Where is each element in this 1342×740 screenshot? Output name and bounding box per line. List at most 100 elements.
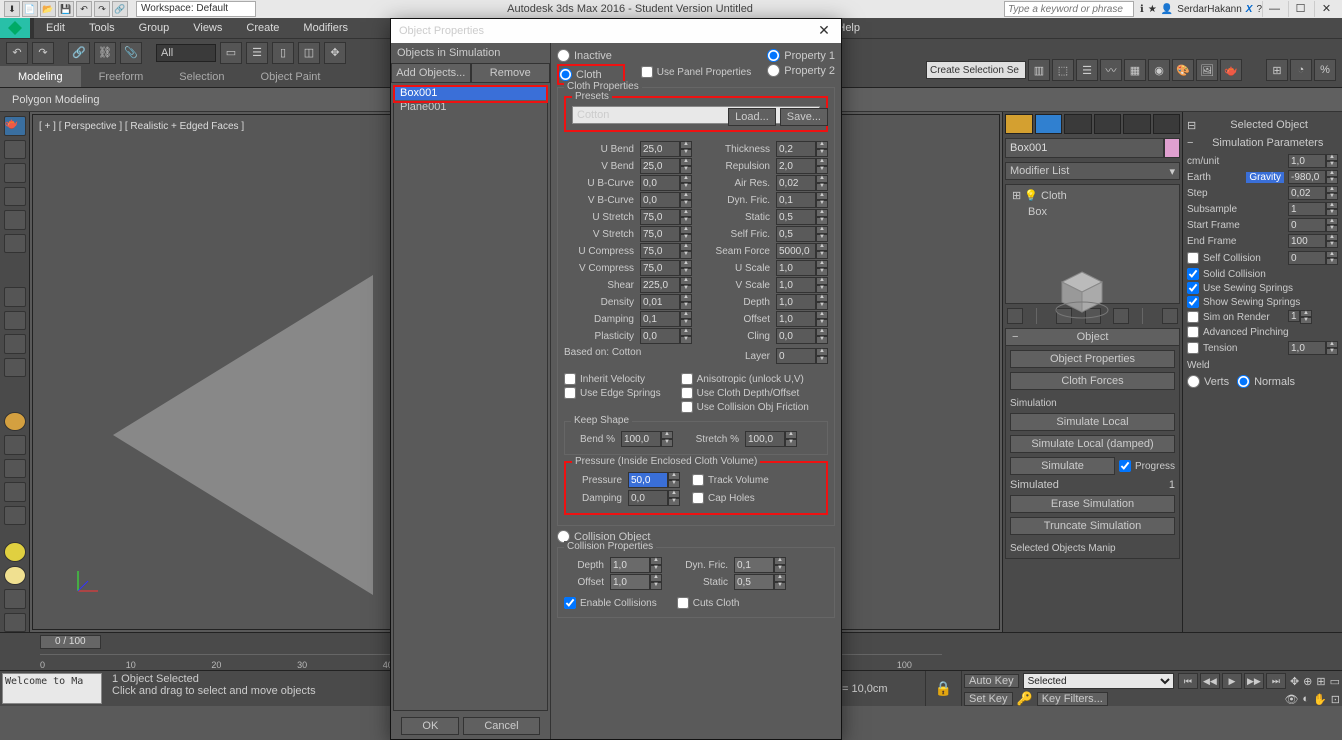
ok-button[interactable]: OK xyxy=(401,717,459,735)
viewport-nav-icon[interactable]: 👁 xyxy=(1284,693,1298,706)
time-slider[interactable]: 0 / 100 xyxy=(40,635,101,649)
collapse-icon[interactable]: − xyxy=(1187,137,1193,149)
app-menu-icon[interactable]: ⬇ xyxy=(4,1,20,17)
new-icon[interactable]: 📄 xyxy=(22,1,38,17)
self-collision-check[interactable] xyxy=(1187,252,1199,264)
coll-offset-spinner[interactable] xyxy=(610,574,650,590)
cling-spinner[interactable] xyxy=(776,328,816,344)
uscale-spinner[interactable] xyxy=(776,260,816,276)
minimize-button[interactable]: — xyxy=(1262,1,1286,17)
coll-static-spinner[interactable] xyxy=(734,574,774,590)
render-frame-icon[interactable]: 🖼 xyxy=(1196,59,1218,81)
stack-item-box[interactable]: Box xyxy=(1008,204,1177,220)
check[interactable] xyxy=(564,373,576,385)
workspace-selector[interactable]: Workspace: Default xyxy=(136,1,256,17)
next-frame-icon[interactable]: ▶▶ xyxy=(1244,673,1264,689)
cmunit-spinner[interactable] xyxy=(1288,154,1326,168)
save-preset-button[interactable]: Save... xyxy=(780,108,828,126)
check[interactable] xyxy=(1187,326,1199,338)
link-icon[interactable]: 🔗 xyxy=(112,1,128,17)
enable-collisions-check[interactable] xyxy=(564,597,576,609)
teapot-icon[interactable]: 🫖 xyxy=(4,116,26,136)
pin-icon[interactable] xyxy=(1007,308,1023,324)
tool-icon[interactable] xyxy=(4,358,26,378)
unlink-icon[interactable]: ⛓ xyxy=(94,42,116,64)
menu-create[interactable]: Create xyxy=(234,18,291,38)
endframe-spinner[interactable] xyxy=(1288,234,1326,248)
check[interactable] xyxy=(681,373,693,385)
stretch-pct-spinner[interactable] xyxy=(745,431,785,447)
redo-icon[interactable]: ↷ xyxy=(94,1,110,17)
sim-params-header[interactable]: Simulation Parameters xyxy=(1197,134,1338,152)
rollout-object-header[interactable]: Object xyxy=(1077,331,1109,343)
star-icon[interactable]: ★ xyxy=(1148,4,1157,15)
repulsion-spinner[interactable] xyxy=(776,158,816,174)
seamforce-spinner[interactable] xyxy=(776,243,816,259)
redo-icon[interactable]: ↷ xyxy=(32,42,54,64)
menu-group[interactable]: Group xyxy=(127,18,182,38)
tool-icon[interactable] xyxy=(4,163,26,183)
stack-item-cloth[interactable]: ⊞ 💡 Cloth xyxy=(1008,187,1177,204)
cone2-icon[interactable] xyxy=(4,506,26,526)
thickness-spinner[interactable] xyxy=(776,141,816,157)
percent-snap-icon[interactable]: % xyxy=(1314,59,1336,81)
tool-icon[interactable] xyxy=(4,140,26,160)
property1-radio[interactable] xyxy=(767,49,780,62)
x-icon[interactable]: X xyxy=(1246,4,1253,15)
selection-filter[interactable] xyxy=(156,44,216,62)
step-spinner[interactable] xyxy=(1288,186,1326,200)
startframe-spinner[interactable] xyxy=(1288,218,1326,232)
tool-icon[interactable] xyxy=(4,613,26,633)
objects-list[interactable]: Box001 Plane001 xyxy=(393,85,548,711)
selffric-spinner[interactable] xyxy=(776,226,816,242)
user-name[interactable]: SerdarHakann xyxy=(1177,4,1241,15)
tab-modeling[interactable]: Modeling xyxy=(0,66,81,87)
user-icon[interactable]: 👤 xyxy=(1161,4,1173,15)
ubcurve-spinner[interactable] xyxy=(640,175,680,191)
material-icon[interactable]: ◉ xyxy=(1148,59,1170,81)
select-move-icon[interactable]: ✥ xyxy=(324,42,346,64)
infocenter-icon[interactable]: ℹ xyxy=(1140,4,1144,15)
dynfric-spinner[interactable] xyxy=(776,192,816,208)
menu-views[interactable]: Views xyxy=(181,18,234,38)
check[interactable] xyxy=(564,387,576,399)
menu-tools[interactable]: Tools xyxy=(77,18,127,38)
layer-spinner[interactable] xyxy=(776,348,816,364)
earth-spinner[interactable] xyxy=(1288,170,1326,184)
tension-spinner[interactable] xyxy=(1288,341,1326,355)
ustretch-spinner[interactable] xyxy=(640,209,680,225)
lock-icon[interactable]: 🔒 xyxy=(935,680,952,697)
simulate-button[interactable]: Simulate xyxy=(1010,457,1115,475)
tab-selection[interactable]: Selection xyxy=(161,66,242,87)
configure-icon[interactable] xyxy=(1162,308,1178,324)
viewport-label[interactable]: [ + ] [ Perspective ] [ Realistic + Edge… xyxy=(39,121,244,132)
tension-check[interactable] xyxy=(1187,342,1199,354)
layers-icon[interactable]: ☰ xyxy=(1076,59,1098,81)
align-icon[interactable]: ⬚ xyxy=(1052,59,1074,81)
open-icon[interactable]: 📂 xyxy=(40,1,56,17)
light2-icon[interactable] xyxy=(4,566,26,586)
setkey-button[interactable]: Set Key xyxy=(964,692,1013,706)
link-icon[interactable]: 🔗 xyxy=(68,42,90,64)
keyfilter-selected[interactable]: Selected xyxy=(1023,673,1174,689)
create-tab-icon[interactable] xyxy=(1005,114,1033,134)
max-logo-icon[interactable] xyxy=(0,18,30,38)
sphere-icon[interactable] xyxy=(4,412,26,432)
remove-mod-icon[interactable] xyxy=(1113,308,1129,324)
utilities-tab-icon[interactable] xyxy=(1153,114,1181,134)
select-icon[interactable]: ▭ xyxy=(220,42,242,64)
depth-spinner[interactable] xyxy=(776,294,816,310)
tab-freeform[interactable]: Freeform xyxy=(81,66,162,87)
static-spinner[interactable] xyxy=(776,209,816,225)
load-preset-button[interactable]: Load... xyxy=(728,108,776,126)
remove-button[interactable]: Remove xyxy=(471,63,551,83)
airres-spinner[interactable] xyxy=(776,175,816,191)
help-search[interactable] xyxy=(1004,1,1134,17)
density-spinner[interactable] xyxy=(640,294,680,310)
curve-editor-icon[interactable]: 〰 xyxy=(1100,59,1122,81)
window-crossing-icon[interactable]: ◫ xyxy=(298,42,320,64)
inactive-radio[interactable] xyxy=(557,49,570,62)
list-item[interactable]: Plane001 xyxy=(394,100,547,114)
prev-frame-icon[interactable]: ◀◀ xyxy=(1200,673,1220,689)
cloth-forces-button[interactable]: Cloth Forces xyxy=(1010,372,1175,390)
